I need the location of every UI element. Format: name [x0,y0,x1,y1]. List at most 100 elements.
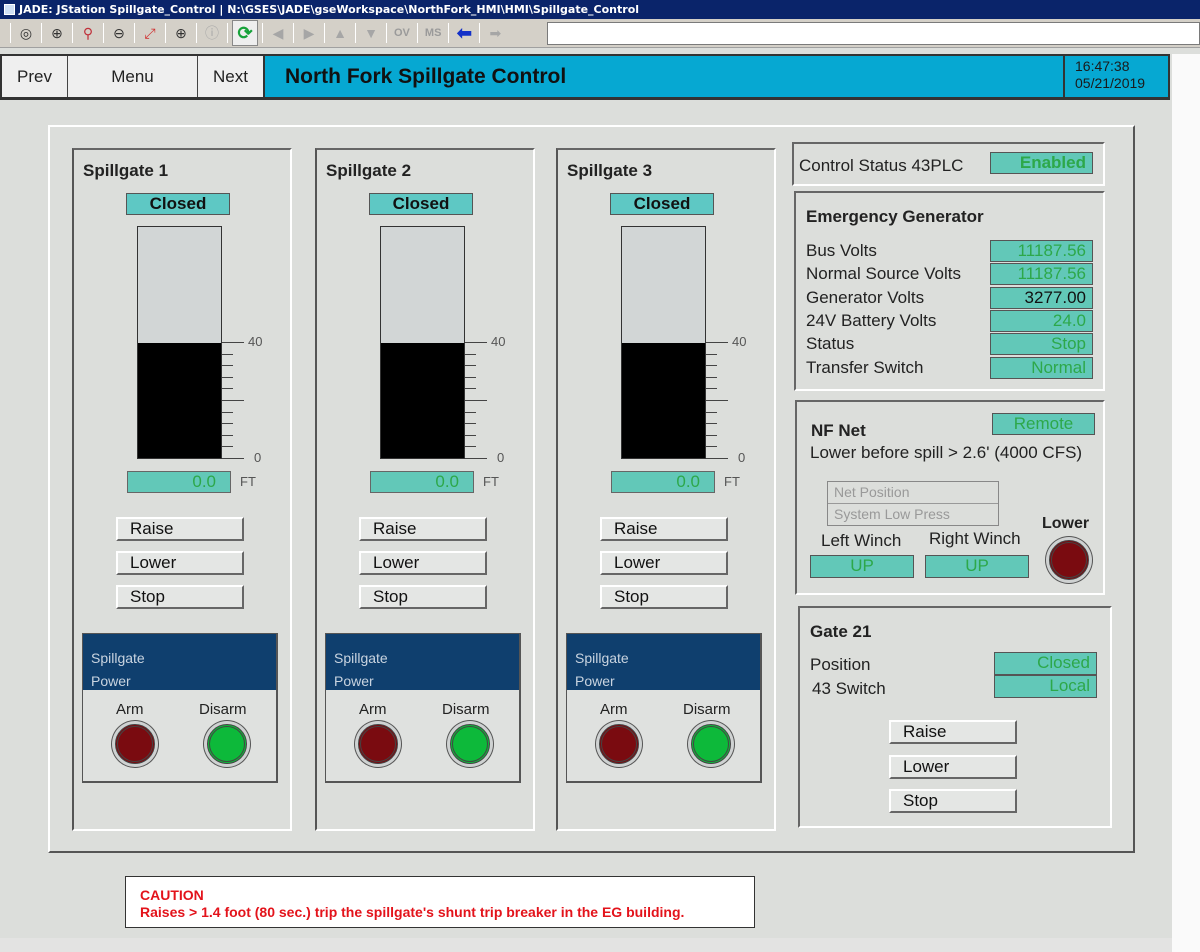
disarm-button[interactable] [450,724,490,764]
toolbar-separator [293,23,294,43]
toolbar-separator [479,23,481,43]
scale-tick [465,423,476,425]
spillgate-level-bar [621,226,706,459]
scale-tick [222,342,244,343]
info-icon[interactable]: ⓘ [201,22,223,44]
gate21-position-value: Closed [994,652,1097,675]
disarm-button[interactable] [207,724,247,764]
raise-button[interactable]: Raise [600,517,728,541]
gate21-stop-button[interactable]: Stop [889,789,1017,813]
spillgate-title: Spillgate 1 [83,161,169,180]
lower-button[interactable]: Lower [600,551,728,575]
scale-tick [706,365,717,367]
spillgate-level-value: 0.0 [370,471,474,493]
fit-window-icon[interactable]: ⤢ [139,22,161,44]
caution-banner: CAUTION Raises > 1.4 foot (80 sec.) trip… [125,876,755,928]
lower-button[interactable]: Lower [359,551,487,575]
gate21-lower-button[interactable]: Lower [889,755,1017,779]
zoom-out-icon[interactable]: ⊖ [108,22,130,44]
right-winch-label: Right Winch [929,529,1021,548]
gate21-raise-button[interactable]: Raise [889,720,1017,744]
page-title: North Fork Spillgate Control [265,56,1065,97]
target-icon[interactable]: ◎ [15,22,37,44]
raise-button[interactable]: Raise [116,517,244,541]
right-winch-value: UP [925,555,1029,578]
arrow-down-icon[interactable]: ▼ [360,22,382,44]
lower-button[interactable]: Lower [116,551,244,575]
eg-row-value: 11187.56 [990,263,1093,286]
raise-button[interactable]: Raise [359,517,487,541]
next-button[interactable]: Next [198,56,265,97]
scale-tick [465,446,476,448]
power-title-line2: Power [334,673,374,689]
power-title-line2: Power [575,673,615,689]
spillgate-power-header: Spillgate Power [83,634,276,690]
scale-tick [465,458,487,459]
alarm-net-position: Net Position [828,482,998,504]
arrow-right-icon[interactable]: ▶ [298,22,320,44]
arm-label: Arm [116,701,144,718]
emergency-generator-panel: Emergency Generator Bus Volts 11187.56 Nor… [794,191,1105,391]
nf-net-lower-label: Lower [1042,515,1090,532]
arrow-up-icon[interactable]: ▲ [329,22,351,44]
arrow-left-icon[interactable]: ◀ [267,22,289,44]
app-icon [4,4,15,15]
eg-row-value: 24.0 [990,309,1093,332]
nf-net-title: NF Net [811,421,866,440]
find-icon[interactable]: ⚲ [77,22,99,44]
spillgate-power-box: Spillgate Power Arm Disarm [82,633,278,783]
back-icon[interactable]: ⬅ [453,22,475,44]
spillgate-level-bar [380,226,465,459]
scale-tick [222,388,233,390]
stop-button[interactable]: Stop [116,585,244,609]
arm-label: Arm [600,701,628,718]
nf-net-mode: Remote [992,413,1095,435]
scale-tick [706,400,728,401]
stop-button[interactable]: Stop [600,585,728,609]
bottom-band [0,938,1172,952]
toolbar-separator [134,23,135,43]
ms-button[interactable]: MS [422,22,445,44]
spillgate-level-fill [138,342,221,458]
spillgate-2-panel: Spillgate 2 Closed 40 0 0.0 FT Raise Lowe… [315,148,535,831]
forward-icon[interactable]: ➡ [484,22,506,44]
spillgate-1-panel: Spillgate 1 Closed 40 0 0.0 FT Raise Lowe… [72,148,292,831]
overview-button[interactable]: OV [391,22,413,44]
toolbar-separator [227,23,228,43]
spillgate-power-header: Spillgate Power [567,634,760,690]
scale-tick [222,458,244,459]
arm-label: Arm [359,701,387,718]
arm-button[interactable] [115,724,155,764]
spillgate-power-header: Spillgate Power [326,634,519,690]
control-status-panel: Control Status 43PLC Enabled [792,142,1105,186]
zoom-in-icon[interactable]: ⊕ [46,22,68,44]
arm-button[interactable] [599,724,639,764]
scale-tick [706,423,717,425]
zoom-icon[interactable]: ⊕ [170,22,192,44]
scale-tick [222,365,233,367]
nf-net-lower-button[interactable] [1049,540,1089,580]
disarm-button[interactable] [691,724,731,764]
arm-button[interactable] [358,724,398,764]
toolbar-separator [103,23,104,43]
scale-min-label: 0 [497,450,505,465]
eg-row-label: Normal Source Volts [806,264,961,284]
scale-tick [465,434,476,436]
scale-min-label: 0 [738,450,746,465]
menu-button[interactable]: Menu [68,56,198,97]
address-input[interactable] [547,22,1200,45]
scale-tick [706,458,728,459]
spillgate-unit: FT [724,474,740,489]
stop-button[interactable]: Stop [359,585,487,609]
nf-net-note: Lower before spill > 2.6' (4000 CFS) [810,443,1083,462]
spillgate-unit: FT [483,474,499,489]
spillgate-power-box: Spillgate Power Arm Disarm [566,633,762,783]
gate21-panel: Gate 21 Position Closed 43 Switch Local … [798,606,1112,828]
spillgate-level-bar [137,226,222,459]
refresh-icon[interactable]: ⟳ [232,20,258,46]
prev-button[interactable]: Prev [2,56,68,97]
spillgate-level-fill [622,342,705,458]
scale-tick [706,342,728,343]
caution-message: Raises > 1.4 foot (80 sec.) trip the spi… [140,904,685,920]
toolbar-separator [324,23,325,43]
